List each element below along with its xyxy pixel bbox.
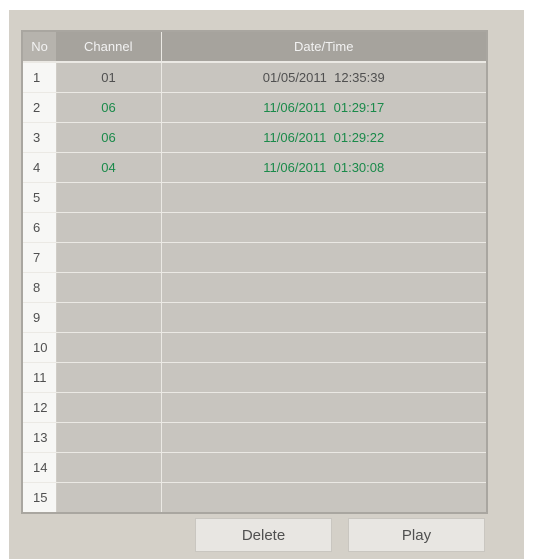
row-datetime bbox=[161, 182, 486, 213]
row-datetime bbox=[161, 483, 486, 513]
table-row[interactable]: 3 06 11/06/2011 01:29:22 bbox=[23, 122, 486, 153]
row-number: 1 bbox=[23, 62, 57, 93]
table-row[interactable]: 15 bbox=[23, 482, 486, 513]
row-datetime: 11/06/2011 01:30:08 bbox=[161, 152, 486, 183]
delete-button[interactable]: Delete bbox=[195, 518, 332, 552]
row-datetime bbox=[161, 452, 486, 483]
row-number: 6 bbox=[23, 212, 57, 243]
row-channel bbox=[56, 422, 162, 453]
row-datetime: 11/06/2011 01:29:22 bbox=[161, 122, 486, 153]
row-number: 2 bbox=[23, 92, 57, 123]
table-row[interactable]: 8 bbox=[23, 272, 486, 303]
table-row[interactable]: 6 bbox=[23, 212, 486, 243]
table-row[interactable]: 7 bbox=[23, 242, 486, 273]
row-number: 3 bbox=[23, 122, 57, 153]
row-channel bbox=[56, 182, 162, 213]
header-channel: Channel bbox=[56, 32, 162, 63]
row-channel bbox=[56, 302, 162, 333]
table-header-row: No Channel Date/Time bbox=[23, 32, 486, 63]
row-datetime bbox=[161, 212, 486, 243]
play-button[interactable]: Play bbox=[348, 518, 485, 552]
row-number: 11 bbox=[23, 362, 57, 393]
row-channel bbox=[56, 242, 162, 273]
row-channel bbox=[56, 362, 162, 393]
row-number: 15 bbox=[23, 482, 57, 512]
table-row[interactable]: 4 04 11/06/2011 01:30:08 bbox=[23, 152, 486, 183]
recording-list-table: No Channel Date/Time 1 01 01/05/2011 12:35… bbox=[21, 30, 488, 514]
row-datetime bbox=[161, 422, 486, 453]
table-row[interactable]: 2 06 11/06/2011 01:29:17 bbox=[23, 92, 486, 123]
row-number: 5 bbox=[23, 182, 57, 213]
row-datetime: 11/06/2011 01:29:17 bbox=[161, 92, 486, 123]
table-row[interactable]: 14 bbox=[23, 452, 486, 483]
row-datetime: 01/05/2011 12:35:39 bbox=[161, 62, 486, 93]
row-number: 9 bbox=[23, 302, 57, 333]
row-number: 12 bbox=[23, 392, 57, 423]
table-row[interactable]: 13 bbox=[23, 422, 486, 453]
row-number: 4 bbox=[23, 152, 57, 183]
row-datetime bbox=[161, 362, 486, 393]
row-channel bbox=[56, 272, 162, 303]
row-channel bbox=[56, 212, 162, 243]
header-no: No bbox=[23, 32, 56, 63]
table-row[interactable]: 5 bbox=[23, 182, 486, 213]
row-number: 7 bbox=[23, 242, 57, 273]
row-channel bbox=[56, 482, 162, 512]
row-number: 13 bbox=[23, 422, 57, 453]
header-datetime: Date/Time bbox=[161, 32, 486, 63]
row-channel: 04 bbox=[56, 152, 162, 183]
table-row[interactable]: 9 bbox=[23, 302, 486, 333]
table-row[interactable]: 11 bbox=[23, 362, 486, 393]
row-datetime bbox=[161, 302, 486, 333]
row-datetime bbox=[161, 332, 486, 363]
row-channel: 01 bbox=[56, 62, 162, 93]
row-channel: 06 bbox=[56, 92, 162, 123]
row-channel: 06 bbox=[56, 122, 162, 153]
row-number: 8 bbox=[23, 272, 57, 303]
row-number: 14 bbox=[23, 452, 57, 483]
row-datetime bbox=[161, 392, 486, 423]
row-datetime bbox=[161, 242, 486, 273]
table-row[interactable]: 10 bbox=[23, 332, 486, 363]
table-row[interactable]: 12 bbox=[23, 392, 486, 423]
row-number: 10 bbox=[23, 332, 57, 363]
row-channel bbox=[56, 452, 162, 483]
row-channel bbox=[56, 392, 162, 423]
row-datetime bbox=[161, 272, 486, 303]
row-channel bbox=[56, 332, 162, 363]
table-row[interactable]: 1 01 01/05/2011 12:35:39 bbox=[23, 62, 486, 93]
